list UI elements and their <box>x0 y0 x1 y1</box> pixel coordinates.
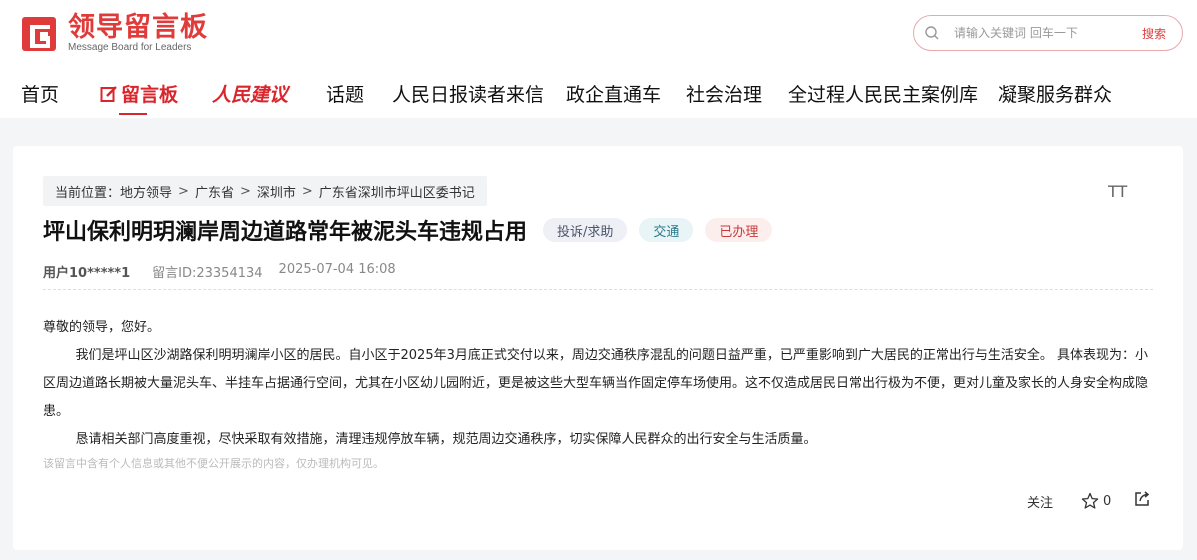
logo-icon <box>22 17 56 51</box>
follow-button[interactable]: 关注 <box>1027 492 1053 511</box>
title-row: 坪山保利明玥澜岸周边道路常年被泥头车违规占用 投诉/求助 交通 已办理 <box>43 214 773 246</box>
like-count: 0 <box>1103 493 1112 509</box>
message-paragraph: 我们是坪山区沙湖路保利明玥澜岸小区的居民。自小区于2025年3月底正式交付以来，… <box>43 348 1149 419</box>
message-id: 留言ID:23354134 <box>152 266 263 281</box>
font-size-icon[interactable]: TT <box>1108 182 1127 201</box>
nav-readers-letters[interactable]: 人民日报读者来信 <box>392 80 544 107</box>
nav-serve-masses[interactable]: 凝聚服务群众 <box>998 80 1112 107</box>
breadcrumb-prefix: 当前位置： <box>55 185 121 201</box>
star-icon <box>1081 492 1099 509</box>
tag-field: 交通 <box>639 218 694 242</box>
breadcrumb-item[interactable]: 地方领导 <box>120 182 172 201</box>
search-input[interactable] <box>954 26 1129 40</box>
share-button[interactable] <box>1133 490 1151 512</box>
tag-type: 投诉/求助 <box>543 218 628 242</box>
logo-title: 领导留言板 <box>68 12 208 43</box>
breadcrumb-item[interactable]: 深圳市 <box>257 182 296 201</box>
message-actions: 关注 0 <box>1027 490 1151 512</box>
font-size-label: TT <box>1108 182 1128 201</box>
nav-active-indicator <box>119 113 147 115</box>
privacy-note: 该留言中含有个人信息或其他不便公开展示的内容，仅办理机构可见。 <box>43 457 384 470</box>
message-meta: 用户10*****1 留言ID:23354134 2025-07-04 16:0… <box>43 262 396 281</box>
divider <box>43 289 1153 290</box>
breadcrumb-item[interactable]: 广东省 <box>195 182 234 201</box>
search-button[interactable]: 搜索 <box>1142 25 1166 42</box>
message-greeting: 尊敬的领导，您好。 <box>43 320 161 335</box>
breadcrumb-item[interactable]: 广东省深圳市坪山区委书记 <box>319 182 475 201</box>
nav-message-board[interactable]: 留言板 <box>100 80 178 107</box>
message-title: 坪山保利明玥澜岸周边道路常年被泥头车违规占用 <box>43 220 528 245</box>
main-nav: 首页 留言板 人民建议 话题 人民日报读者来信 政企直通车 社会治理 全过程人民… <box>0 78 1197 118</box>
header: 领导留言板 Message Board for Leaders 搜索 首页 留言… <box>0 0 1197 118</box>
message-date: 2025-07-04 16:08 <box>278 262 396 277</box>
nav-message-board-label: 留言板 <box>121 84 179 106</box>
breadcrumb-separator: > <box>178 183 189 199</box>
like-button[interactable]: 0 <box>1081 492 1111 510</box>
message-paragraph: 恳请相关部门高度重视，尽快采取有效措施，清理违规停放车辆，规范周边交通秩序，切实… <box>75 432 817 447</box>
nav-social-governance[interactable]: 社会治理 <box>686 80 762 107</box>
message-author: 用户10*****1 <box>43 266 131 281</box>
breadcrumb: 当前位置： 地方领导 > 广东省 > 深圳市 > 广东省深圳市坪山区委书记 <box>43 176 487 206</box>
nav-democracy-cases[interactable]: 全过程人民民主案例库 <box>788 80 978 107</box>
breadcrumb-separator: > <box>301 183 313 199</box>
search-box: 搜索 <box>913 15 1183 51</box>
nav-enterprise-express[interactable]: 政企直通车 <box>566 80 661 107</box>
logo-subtitle: Message Board for Leaders <box>68 42 192 53</box>
nav-home[interactable]: 首页 <box>21 80 59 107</box>
nav-people-suggestions[interactable]: 人民建议 <box>212 80 288 107</box>
message-body: 尊敬的领导，您好。 我们是坪山区沙湖路保利明玥澜岸小区的居民。自小区于2025年… <box>43 314 1155 474</box>
message-card: 当前位置： 地方领导 > 广东省 > 深圳市 > 广东省深圳市坪山区委书记 TT… <box>13 146 1183 550</box>
status-badge: 已办理 <box>705 218 773 242</box>
breadcrumb-separator: > <box>239 183 251 199</box>
nav-topics[interactable]: 话题 <box>326 80 364 107</box>
share-icon <box>1135 491 1150 506</box>
search-icon <box>925 26 939 40</box>
site-logo[interactable]: 领导留言板 Message Board for Leaders <box>20 14 208 54</box>
edit-icon <box>100 86 117 102</box>
